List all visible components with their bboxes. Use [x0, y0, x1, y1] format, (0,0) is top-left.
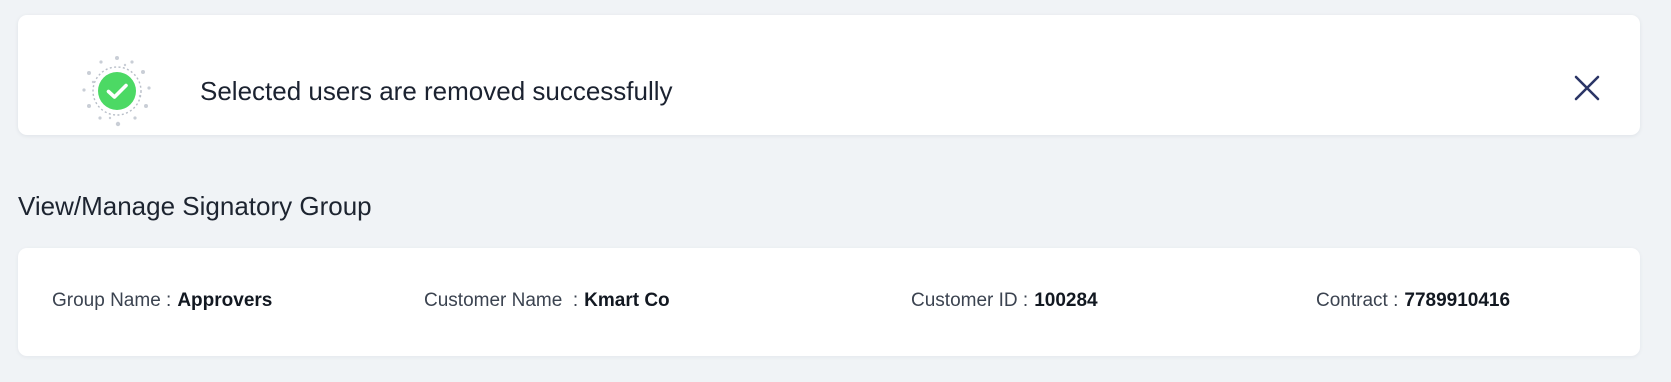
- customer-name-label: Customer Name :: [424, 290, 579, 311]
- group-details-card: Group Name : Approvers Customer Name : Kma…: [18, 248, 1640, 356]
- customer-name-value: Kmart Co: [584, 290, 670, 311]
- check-circle-icon: [80, 54, 154, 128]
- contract-value: 7789910416: [1404, 290, 1511, 311]
- page-title: View/Manage Signatory Group: [18, 191, 372, 221]
- group-name-value: Approvers: [177, 290, 273, 311]
- customer-id-label: Customer ID :: [911, 290, 1029, 311]
- group-name-label: Group Name :: [52, 290, 172, 311]
- contract-field: Contract :7789910416: [1316, 288, 1510, 314]
- customer-id-value: 100284: [1034, 290, 1098, 311]
- customer-name-field: Customer Name : Kmart Co: [424, 288, 670, 314]
- customer-id-field: Customer ID :100284: [911, 288, 1098, 314]
- group-name-field: Group Name : Approvers: [52, 288, 272, 314]
- contract-label: Contract :: [1316, 290, 1399, 311]
- close-icon[interactable]: [1571, 72, 1603, 104]
- toast-message: Selected users are removed successfully: [200, 76, 673, 106]
- success-toast: Selected users are removed successfully: [18, 15, 1640, 135]
